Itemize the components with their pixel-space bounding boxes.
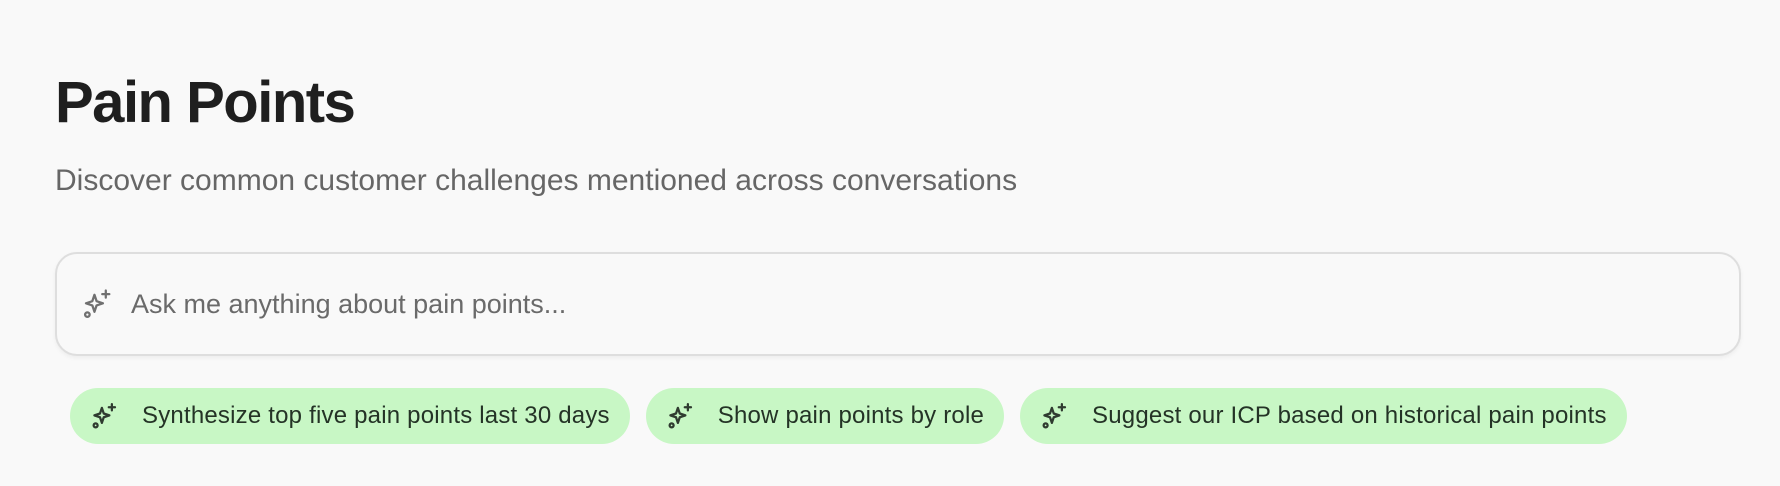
page-title: Pain Points [55,70,356,135]
suggestion-chip-icp[interactable]: Suggest our ICP based on historical pain… [1020,388,1627,444]
sparkles-icon [666,401,696,431]
suggestion-chip-label: Suggest our ICP based on historical pain… [1092,402,1607,429]
ask-box[interactable] [55,252,1741,356]
ask-input[interactable] [131,288,1715,320]
suggestion-chips: Synthesize top five pain points last 30 … [70,388,1627,444]
sparkles-icon [1040,401,1070,431]
suggestion-chip-by-role[interactable]: Show pain points by role [645,388,1005,444]
suggestion-chip-synthesize[interactable]: Synthesize top five pain points last 30 … [70,388,630,444]
suggestion-chip-label: Show pain points by role [717,402,985,429]
page-subtitle: Discover common customer challenges ment… [55,164,1018,197]
sparkles-icon [81,287,115,321]
suggestion-chip-label: Synthesize top five pain points last 30 … [142,402,610,429]
sparkles-icon [90,401,120,431]
